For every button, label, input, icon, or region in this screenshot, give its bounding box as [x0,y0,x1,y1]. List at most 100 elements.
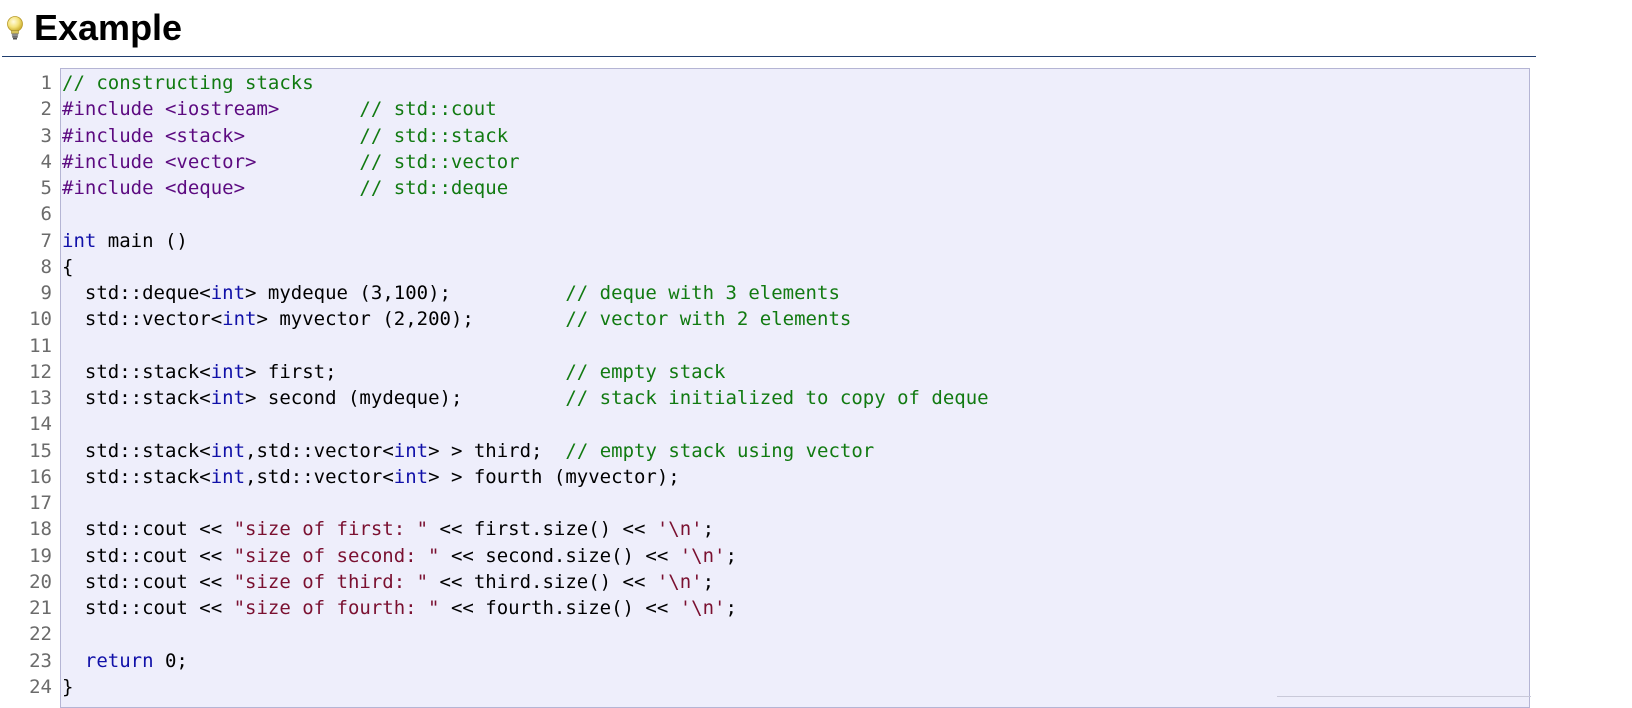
line-number: 14 [29,413,52,436]
code-token-plain: > > third; [428,439,566,462]
line-number: 13 [29,387,52,409]
code-line: std::vector<int> myvector (2,200); // ve… [62,306,989,332]
line-number: 6 [40,203,52,226]
code-token-preproc: #include <deque> [62,177,246,199]
line-number: 10 [29,308,52,331]
code-line: std::deque<int> mydeque (3,100); // dequ… [62,280,989,306]
line-number: 21 [29,597,52,619]
code-line: std::stack<int> first; // empty stack [62,359,989,385]
code-token-string: '\n' [656,570,703,593]
code-line: int main () [62,228,989,254]
code-token-comment: // std::vector [359,150,520,173]
code-token-plain: << third.size() << [428,570,657,593]
code-token-keyword: int [210,282,246,304]
line-number: 2 [40,98,52,121]
line-number: 7 [40,229,52,252]
lightbulb-icon [7,16,23,40]
line-number: 16 [29,465,52,488]
code-line: #include <stack> // std::stack [62,123,989,149]
code-line: // constructing stacks [62,70,989,96]
line-number-gutter: 1 2 3 4 5 6 7 8 9 10 11 12 13 14 15 16 17 18 19 20 21 22 23 24 [0,70,52,700]
code-token-plain: std::cout << [62,544,234,567]
code-line: return 0; [62,648,989,674]
code-token-comment: // deque with 3 elements [565,282,840,304]
line-number: 5 [40,177,52,199]
code-token-plain: << fourth.size() << [439,597,680,619]
code-token-plain: ; [725,597,737,619]
code-token-plain: std::deque< [62,282,211,304]
code-token-plain: std::stack< [62,387,211,409]
code-line: std::stack<int,std::vector<int> > fourth… [62,464,989,490]
line-number: 18 [29,518,52,541]
line-number: 15 [29,439,52,462]
code-token-plain: ; [725,544,737,567]
code-token-comment: // constructing stacks [62,72,314,94]
code-token-preproc: #include <vector> [62,150,257,173]
line-number: 12 [29,360,52,383]
code-token-keyword: int [393,439,429,462]
code-token-plain: > > fourth (myvector); [428,465,680,488]
line-number: 11 [29,334,52,357]
code-token-plain: ,std::vector< [245,465,394,488]
code-token-comment: // empty stack using vector [565,439,875,462]
code-token-string: "size of second: " [233,544,440,567]
code-token-plain: > mydeque (3,100); [245,282,566,304]
code-token-comment: // empty stack [565,360,726,383]
code-token-keyword: return [84,649,154,672]
code-line: #include <deque> // std::deque [62,175,989,201]
code-token-comment: // std::cout [359,98,497,121]
line-number: 22 [29,623,52,646]
line-number: 20 [29,570,52,593]
code-token-plain: ; [702,518,715,541]
line-number: 9 [40,282,52,304]
code-token-plain: > second (mydeque); [245,387,566,409]
code-token-plain: { [62,255,74,278]
line-number: 4 [40,150,52,173]
line-number: 19 [29,544,52,567]
code-token-preproc: #include <stack> [62,124,246,147]
code-token-comment: // vector with 2 elements [565,308,852,331]
line-number: 3 [40,124,52,147]
code-token-plain: > first; [245,360,566,383]
code-line: { [62,254,989,280]
code-token-plain: << first.size() << [428,518,657,541]
code-token-string: '\n' [679,597,726,619]
code-token-keyword: int [62,229,97,252]
code-line: #include <vector> // std::vector [62,149,989,175]
code-token-keyword: int [222,308,257,331]
line-number: 17 [29,492,52,514]
code-token-keyword: int [210,387,246,409]
section-title: Example [34,7,183,48]
code-line: std::cout << "size of third: " << third.… [62,569,989,595]
code-token-plain: } [62,675,74,698]
code-token-plain: 0; [153,649,188,672]
code-token-keyword: int [393,465,429,488]
code-token-keyword: int [210,360,246,383]
code-token-string: "size of third: " [233,570,429,593]
line-number: 23 [29,649,52,672]
code-token-plain: > myvector (2,200); [256,308,566,331]
code-line: std::cout << "size of first: " << first.… [62,516,989,542]
line-number: 24 [29,675,52,698]
code-token-plain: << second.size() << [439,544,680,567]
code-token-plain: ; [702,570,715,593]
code-line: } [62,674,989,700]
code-line: #include <iostream> // std::cout [62,96,989,122]
code-token-string: "size of first: " [233,518,429,541]
code-line: std::stack<int,std::vector<int> > third;… [62,438,989,464]
code-line: std::stack<int> second (mydeque); // sta… [62,385,989,411]
code-token-plain: std::cout << [62,570,234,593]
section-header: Example [2,0,1536,57]
code-line: std::cout << "size of second: " << secon… [62,543,989,569]
code-token-plain: std::cout << [62,518,234,541]
code-token-keyword: int [210,439,246,462]
code-line: std::cout << "size of fourth: " << fourt… [62,595,989,621]
